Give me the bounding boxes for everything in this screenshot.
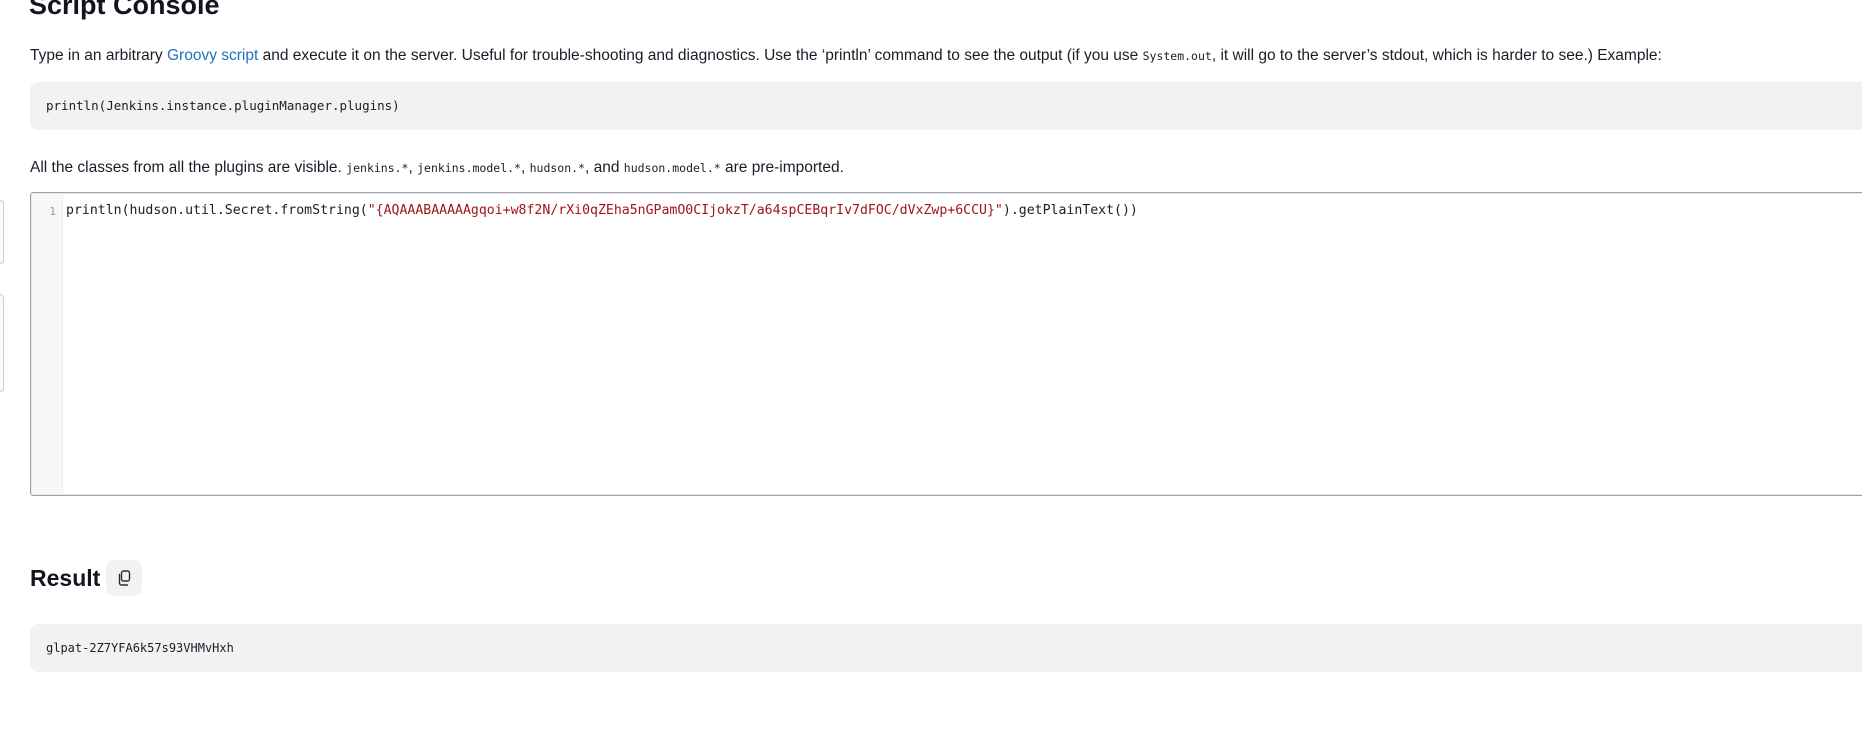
preimport-sep-2: ,: [520, 159, 530, 176]
side-panel-edge: [0, 294, 4, 392]
result-output: glpat-2Z7YFA6k57s93VHMvHxh: [46, 641, 234, 655]
result-output-block: glpat-2Z7YFA6k57s93VHMvHxh: [30, 624, 1862, 672]
example-code: println(Jenkins.instance.pluginManager.p…: [46, 98, 400, 113]
preimport-sep-3: , and: [584, 159, 624, 176]
preimport-code-jenkins-model: jenkins.model.*: [417, 161, 521, 175]
preimport-text-1: All the classes from all the plugins are…: [30, 159, 347, 176]
line-number-gutter: 1: [32, 194, 63, 494]
copy-result-button[interactable]: [106, 560, 142, 596]
copy-icon: [118, 570, 131, 586]
code-string-literal: "{AQAAABAAAAAgqoi+w8f2N/rXi0qZEha5nGPamO…: [367, 203, 1003, 218]
result-heading: Result: [30, 565, 101, 591]
script-code-line[interactable]: println(hudson.util.Secret.fromString("{…: [66, 202, 1138, 220]
preimport-code-jenkins: jenkins.*: [346, 161, 409, 175]
preimport-sep-1: ,: [408, 159, 418, 176]
system-out-code: System.out: [1142, 49, 1212, 63]
script-editor[interactable]: 1 println(hudson.util.Secret.fromString(…: [30, 192, 1862, 496]
example-code-block: println(Jenkins.instance.pluginManager.p…: [30, 82, 1862, 130]
preimport-code-hudson-model: hudson.model.*: [623, 161, 721, 175]
preimport-text: All the classes from all the plugins are…: [30, 156, 844, 180]
intro-text: Type in an arbitrary Groovy script and e…: [30, 44, 1662, 68]
code-suffix: ).getPlainText()): [1002, 203, 1138, 218]
intro-before-link: Type in an arbitrary: [30, 47, 167, 64]
preimport-text-2: are pre-imported.: [720, 159, 844, 176]
side-panel-edge: [0, 200, 4, 264]
line-number: 1: [49, 205, 56, 218]
groovy-script-link[interactable]: Groovy script: [167, 47, 258, 64]
intro-after-code: , it will go to the server’s stdout, whi…: [1211, 47, 1662, 64]
code-prefix: println(hudson.util.Secret.fromString(: [66, 203, 368, 218]
intro-after-link: and execute it on the server. Useful for…: [258, 47, 1143, 64]
preimport-code-hudson: hudson.*: [529, 161, 585, 175]
page-title: Script Console: [29, 0, 220, 20]
